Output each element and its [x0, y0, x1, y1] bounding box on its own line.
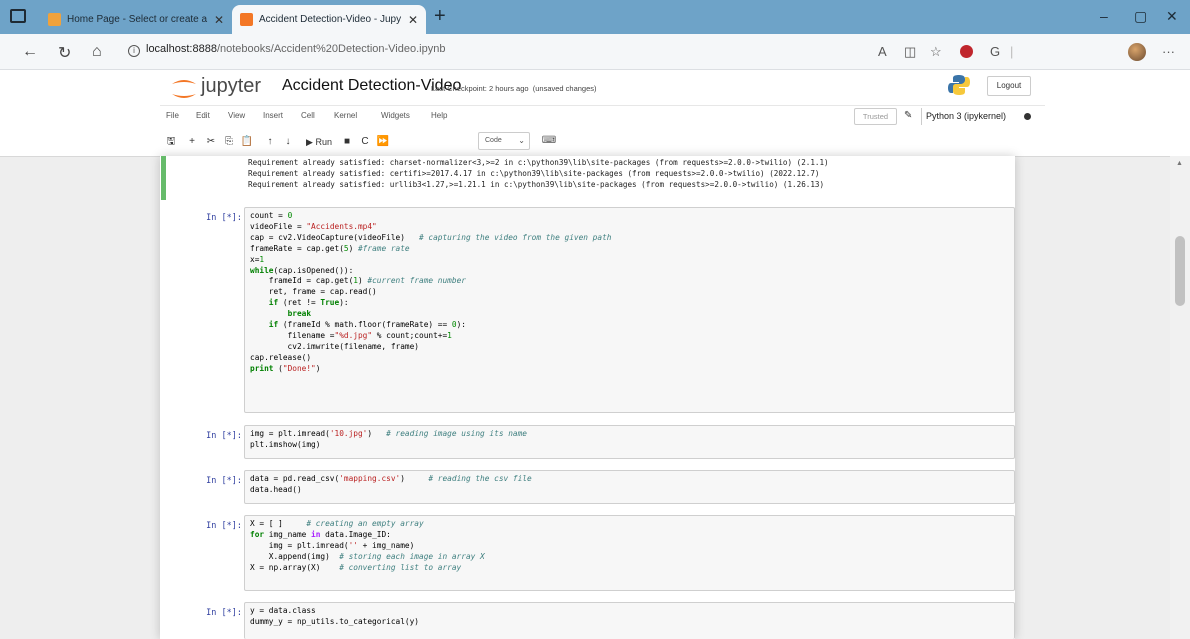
scrollbar-thumb[interactable] — [1175, 236, 1185, 306]
cell-prompt: In [*]: — [206, 521, 242, 531]
checkpoint-status: Last Checkpoint: 2 hours ago (unsaved ch… — [431, 84, 597, 93]
move-up-icon[interactable]: ↑ — [263, 133, 277, 151]
menu-insert[interactable]: Insert — [263, 111, 283, 120]
code-cell-input[interactable]: y = data.class dummy_y = np_utils.to_cat… — [244, 602, 1015, 639]
insert-cell-icon[interactable]: + — [185, 133, 199, 151]
output-line: Requirement already satisfied: certifi>=… — [248, 169, 820, 178]
restart-icon[interactable]: C — [358, 133, 372, 151]
menu-cell[interactable]: Cell — [301, 111, 315, 120]
code-text: X = [ ] # creating an empty array for im… — [250, 519, 485, 572]
save-icon[interactable]: 🖫 — [164, 133, 178, 151]
minimize-button[interactable]: – — [1100, 8, 1108, 24]
info-icon[interactable]: i — [128, 45, 140, 57]
chevron-down-icon: ⌄ — [518, 136, 525, 145]
tab-accident-detection[interactable]: Accident Detection-Video - Jupy ✕ — [232, 5, 426, 34]
tab-actions-icon[interactable] — [10, 9, 26, 23]
cell-prompt: In [*]: — [206, 213, 242, 223]
copilot-icon[interactable]: G — [990, 44, 1000, 59]
close-window-button[interactable]: ✕ — [1166, 8, 1178, 25]
cell-type-select[interactable]: Code ⌄ — [478, 132, 530, 150]
jupyter-favicon-icon — [240, 13, 253, 26]
interrupt-icon[interactable]: ■ — [340, 133, 354, 151]
paste-icon[interactable]: 📋 — [240, 133, 254, 151]
output-line: Requirement already satisfied: urllib3<1… — [248, 180, 825, 189]
trusted-indicator[interactable]: Trusted — [854, 108, 897, 125]
url-field[interactable]: localhost:8888/notebooks/Accident%20Dete… — [146, 43, 445, 55]
cell-prompt: In [*]: — [206, 608, 242, 618]
code-cell-input[interactable]: count = 0 videoFile = "Accidents.mp4" ca… — [244, 207, 1015, 413]
split-screen-icon[interactable]: ◫ — [904, 44, 916, 60]
url-path: /notebooks/Accident%20Detection-Video.ip… — [216, 43, 446, 55]
run-label: Run — [315, 137, 332, 147]
menu-view[interactable]: View — [228, 111, 245, 120]
profile-avatar[interactable] — [1128, 43, 1146, 61]
restart-run-all-icon[interactable]: ⏩ — [376, 133, 390, 151]
browser-tab-strip: Home Page - Select or create a n ✕ Accid… — [0, 0, 1190, 34]
extension-icon[interactable] — [960, 45, 973, 58]
unsaved-changes: (unsaved changes) — [532, 84, 597, 93]
read-aloud-icon[interactable]: A — [878, 44, 887, 59]
code-text: data = pd.read_csv('mapping.csv') # read… — [250, 474, 532, 494]
scroll-up-icon[interactable]: ▲ — [1176, 160, 1183, 167]
menu-help[interactable]: Help — [431, 111, 447, 120]
maximize-button[interactable]: ▢ — [1134, 8, 1147, 25]
checkpoint-text: Last Checkpoint: 2 hours ago — [431, 84, 529, 93]
back-icon[interactable]: ← — [22, 43, 38, 61]
code-cell-input[interactable]: data = pd.read_csv('mapping.csv') # read… — [244, 470, 1015, 504]
menu-edit[interactable]: Edit — [196, 111, 210, 120]
tab-title: Home Page - Select or create a n — [67, 14, 208, 25]
new-tab-button[interactable]: + — [434, 6, 446, 26]
logout-button[interactable]: Logout — [987, 76, 1031, 96]
jupyter-logo-icon[interactable] — [170, 76, 198, 102]
menu-kernel[interactable]: Kernel — [334, 111, 357, 120]
edit-mode-icon: ✎ — [904, 110, 913, 121]
code-text: y = data.class dummy_y = np_utils.to_cat… — [250, 606, 419, 626]
kernel-busy-indicator-icon — [1024, 113, 1031, 120]
python-logo-icon — [948, 75, 970, 95]
address-bar-row: ← ↻ ⌂ i localhost:8888/notebooks/Acciden… — [0, 34, 1190, 70]
tab-home-page[interactable]: Home Page - Select or create a n ✕ — [40, 5, 232, 34]
kernel-name[interactable]: Python 3 (ipykernel) — [921, 108, 1010, 125]
move-down-icon[interactable]: ↓ — [281, 133, 295, 151]
command-palette-icon[interactable]: ⌨ — [538, 132, 560, 150]
tab-close-icon[interactable]: ✕ — [408, 13, 418, 27]
home-icon[interactable]: ⌂ — [92, 43, 102, 61]
cell-prompt: In [*]: — [206, 431, 242, 441]
play-icon: ▶ — [306, 137, 313, 147]
code-text: count = 0 videoFile = "Accidents.mp4" ca… — [250, 211, 612, 373]
code-text: img = plt.imread('10.jpg') # reading ima… — [250, 429, 527, 449]
output-text: Requirement already satisfied: charset-n… — [248, 157, 829, 190]
jupyter-brand[interactable]: jupyter — [201, 75, 261, 98]
code-cell-input[interactable]: X = [ ] # creating an empty array for im… — [244, 515, 1015, 591]
cut-icon[interactable]: ✂ — [204, 133, 218, 151]
copy-icon[interactable]: ⎘ — [222, 133, 236, 151]
tab-title: Accident Detection-Video - Jupy — [259, 14, 402, 25]
more-icon[interactable]: ··· — [1162, 44, 1175, 59]
scrollbar[interactable] — [1170, 156, 1190, 639]
separator: | — [1010, 44, 1014, 59]
run-button[interactable]: ▶ Run — [302, 133, 336, 151]
cell-prompt: In [*]: — [206, 476, 242, 486]
output-line: Requirement already satisfied: charset-n… — [248, 158, 829, 167]
url-host: localhost:8888 — [146, 43, 217, 55]
jupyter-favicon-icon — [48, 13, 61, 26]
menu-file[interactable]: File — [166, 111, 179, 120]
reload-icon[interactable]: ↻ — [58, 43, 71, 63]
code-cell-input[interactable]: img = plt.imread('10.jpg') # reading ima… — [244, 425, 1015, 459]
cell-type-value: Code — [485, 137, 502, 144]
menu-widgets[interactable]: Widgets — [381, 111, 410, 120]
tab-close-icon[interactable]: ✕ — [214, 13, 224, 27]
favorite-icon[interactable]: ☆ — [930, 44, 942, 60]
